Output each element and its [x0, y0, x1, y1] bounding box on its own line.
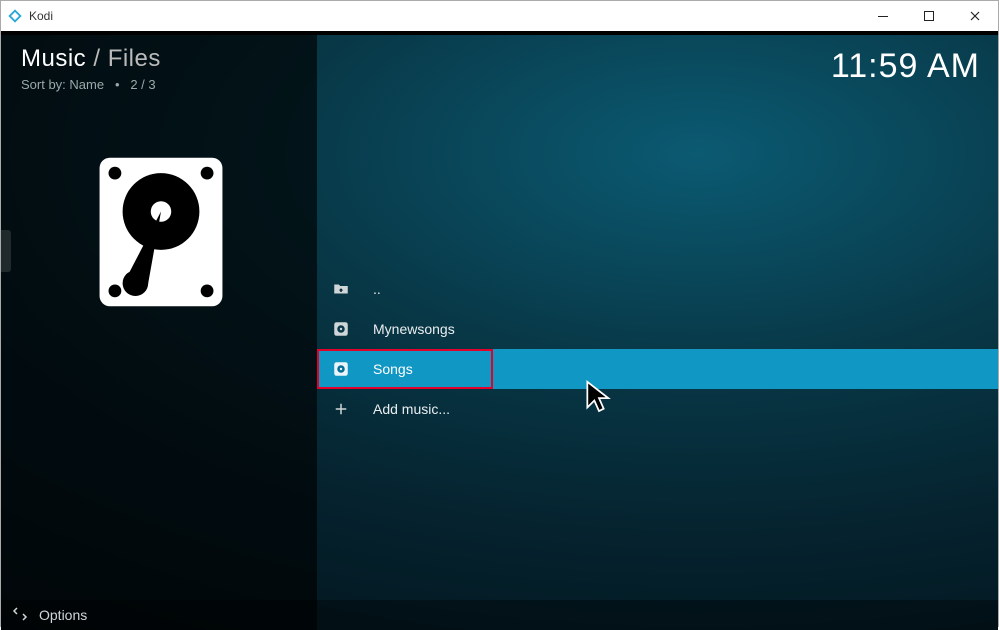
add-icon	[331, 399, 351, 419]
page-header: Music / Files Sort by: Name • 2 / 3	[21, 45, 161, 92]
titlebar: Kodi	[1, 1, 998, 31]
list-item-label: Mynewsongs	[373, 321, 455, 337]
sidebar-pull-tab[interactable]	[1, 230, 11, 272]
list-item-label: ..	[373, 281, 381, 297]
list-item-label: Add music...	[373, 401, 450, 417]
options-label: Options	[39, 607, 87, 623]
folder-up-icon	[331, 279, 351, 299]
clock: 11:59 AM	[831, 47, 980, 86]
music-source-icon	[331, 319, 351, 339]
window-controls	[860, 1, 998, 31]
sort-status-line: Sort by: Name • 2 / 3	[21, 77, 161, 92]
kodi-app-area: Music / Files Sort by: Name • 2 / 3 11:5…	[1, 35, 998, 630]
minimize-button[interactable]	[860, 1, 906, 31]
list-item-label: Songs	[373, 361, 413, 377]
options-icon	[11, 605, 29, 626]
list-item-mynewsongs[interactable]: Mynewsongs	[317, 309, 998, 349]
app-title: Kodi	[29, 9, 53, 23]
breadcrumb-main: Music	[21, 45, 86, 72]
list-item-add-music[interactable]: Add music...	[317, 389, 998, 429]
breadcrumb-sep: /	[86, 45, 108, 72]
left-dark-panel	[1, 35, 317, 630]
hdd-icon	[97, 155, 225, 309]
window-frame: Kodi Music / Files Sort by: Name • 2 /	[0, 0, 999, 627]
sort-label: Sort by: Name	[21, 77, 104, 92]
close-button[interactable]	[952, 1, 998, 31]
list-item-parent[interactable]: ..	[317, 269, 998, 309]
item-count: 2 / 3	[130, 77, 155, 92]
breadcrumb: Music / Files	[21, 45, 161, 73]
breadcrumb-sub: Files	[108, 45, 161, 72]
music-source-icon	[331, 359, 351, 379]
options-bar[interactable]: Options	[1, 600, 998, 630]
kodi-logo-icon	[7, 8, 23, 24]
maximize-button[interactable]	[906, 1, 952, 31]
list-item-songs[interactable]: Songs	[317, 349, 998, 389]
file-list: .. Mynewsongs Songs Add music...	[317, 269, 998, 429]
